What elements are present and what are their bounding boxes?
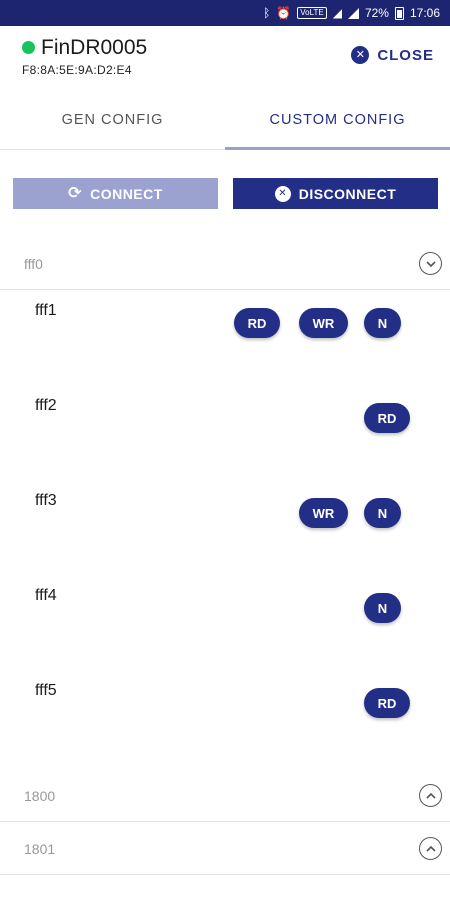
characteristic-fff4: fff4 N — [0, 587, 450, 627]
close-button-label: CLOSE — [377, 46, 434, 64]
status-bar: ᛒ ⏰ VoLTE ◢ 72% 17:06 — [0, 0, 450, 26]
service-1801[interactable]: 1801 — [0, 823, 450, 875]
disconnect-button-label: DISCONNECT — [298, 185, 397, 202]
characteristic-fff3: fff3 WR N — [0, 492, 450, 532]
read-button[interactable]: RD — [234, 308, 280, 338]
service-label: 1800 — [24, 788, 56, 804]
battery-percent: 72% — [364, 6, 389, 20]
notify-button[interactable]: N — [364, 498, 401, 528]
chevron-up-icon[interactable] — [419, 837, 442, 860]
chevron-up-icon[interactable] — [419, 784, 442, 807]
characteristic-label: fff4 — [35, 587, 57, 604]
characteristic-label: fff3 — [35, 492, 57, 509]
volte-icon: VoLTE — [297, 7, 327, 19]
characteristic-label: fff5 — [35, 682, 57, 699]
refresh-icon: ⟳ — [68, 184, 83, 202]
service-label: fff0 — [24, 256, 43, 272]
device-name: FinDR0005 — [41, 36, 148, 59]
device-header: FinDR0005 F8:8A:5E:9A:D2:E4 ✕ CLOSE — [0, 26, 450, 90]
characteristic-label: fff1 — [35, 302, 57, 319]
bluetooth-icon: ᛒ — [263, 6, 271, 20]
notify-button[interactable]: N — [364, 593, 401, 623]
write-button[interactable]: WR — [299, 498, 348, 528]
service-label: 1801 — [24, 841, 56, 857]
disconnect-button[interactable]: ✕ DISCONNECT — [233, 178, 438, 209]
chevron-down-icon[interactable] — [419, 252, 442, 275]
close-circle-icon: ✕ — [351, 46, 370, 64]
battery-icon — [394, 6, 404, 20]
service-fff0[interactable]: fff0 — [0, 238, 450, 290]
characteristic-fff5: fff5 RD — [0, 682, 450, 722]
config-tabs: GEN CONFIG CUSTOM CONFIG — [0, 90, 450, 150]
characteristic-label: fff2 — [35, 397, 57, 414]
close-circle-icon: ✕ — [274, 185, 291, 202]
wifi-icon: ◢ — [332, 6, 342, 20]
connect-button[interactable]: ⟳ CONNECT — [13, 178, 218, 209]
close-button[interactable]: ✕ CLOSE — [351, 46, 434, 64]
device-mac-address: F8:8A:5E:9A:D2:E4 — [22, 63, 132, 77]
connection-status-dot — [22, 41, 35, 54]
read-button[interactable]: RD — [364, 403, 410, 433]
read-button[interactable]: RD — [364, 688, 410, 718]
clock: 17:06 — [409, 6, 440, 20]
write-button[interactable]: WR — [299, 308, 348, 338]
tab-gen-config[interactable]: GEN CONFIG — [0, 90, 225, 149]
connection-actions: ⟳ CONNECT ✕ DISCONNECT — [13, 178, 438, 209]
connect-button-label: CONNECT — [90, 185, 163, 202]
characteristic-fff2: fff2 RD — [0, 397, 450, 437]
service-1800[interactable]: 1800 — [0, 770, 450, 822]
notify-button[interactable]: N — [364, 308, 401, 338]
characteristic-fff1: fff1 RD WR N — [0, 302, 450, 342]
tab-custom-config[interactable]: CUSTOM CONFIG — [225, 90, 450, 150]
signal-icon — [347, 7, 359, 19]
alarm-icon: ⏰ — [276, 6, 292, 20]
